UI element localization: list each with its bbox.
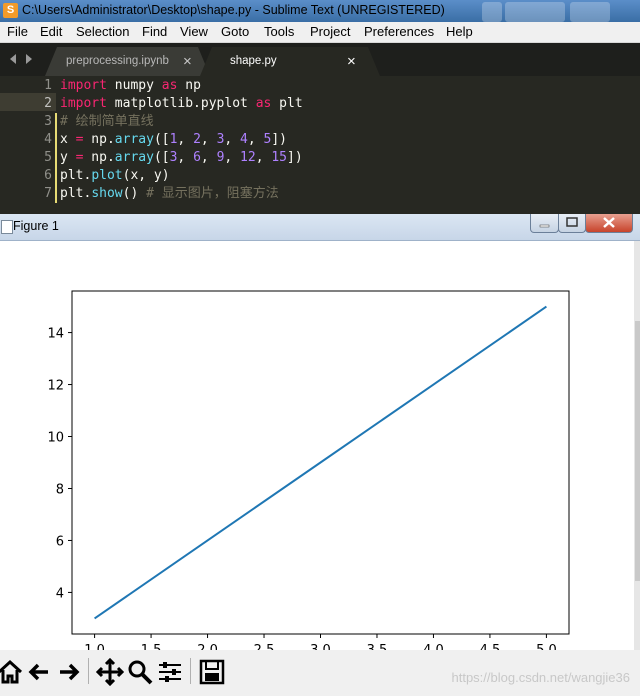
x-tick-label: 4.0 — [423, 643, 444, 650]
code-line-4: x = np.array([1, 2, 3, 4, 5]) — [60, 132, 288, 147]
tab-shape-py[interactable]: shape.py × — [200, 47, 380, 76]
tab-nav-arrows-icon[interactable] — [8, 53, 36, 65]
modified-line-marker — [55, 167, 57, 185]
y-tick-label: 4 — [56, 586, 64, 601]
y-tick-label: 14 — [47, 327, 64, 342]
x-tick-label: 1.5 — [141, 643, 162, 650]
tab-close-icon[interactable]: × — [347, 53, 356, 70]
window-title: C:\Users\Administrator\Desktop\shape.py … — [22, 3, 445, 17]
pan-icon[interactable] — [95, 657, 125, 687]
x-tick-label: 5.0 — [536, 643, 557, 650]
menu-project[interactable]: Project — [310, 24, 350, 39]
tab-close-icon[interactable]: × — [183, 53, 192, 70]
figure-title: Figure 1 — [13, 219, 59, 233]
background-window-icon — [482, 2, 502, 22]
menu-bar: File Edit Selection Find View Goto Tools… — [0, 22, 640, 43]
figure-window: Figure 1 1.0 1.5 2.0 2.5 3.0 3.5 4.0 4.5 5.0 4 6 8… — [0, 214, 640, 696]
modified-line-marker — [55, 185, 57, 203]
x-tick-label: 3.0 — [310, 643, 331, 650]
tab-preprocessing[interactable]: preprocessing.ipynb × — [45, 47, 210, 76]
x-tick-label: 4.5 — [480, 643, 501, 650]
x-tick-label: 2.5 — [254, 643, 275, 650]
save-icon[interactable] — [198, 658, 226, 686]
y-tick-label: 12 — [47, 379, 64, 394]
code-line-6: plt.plot(x, y) — [60, 168, 170, 183]
menu-tools[interactable]: Tools — [264, 24, 294, 39]
menu-edit[interactable]: Edit — [40, 24, 62, 39]
line-number: 6 — [44, 168, 52, 183]
tab-label: shape.py — [230, 55, 277, 67]
menu-find[interactable]: Find — [142, 24, 167, 39]
modified-line-marker — [55, 149, 57, 167]
tab-label: preprocessing.ipynb — [66, 55, 169, 67]
background-window-tab — [505, 2, 565, 22]
line-number: 3 — [44, 114, 52, 129]
y-tick-label: 10 — [47, 431, 64, 446]
vertical-scrollbar[interactable] — [634, 241, 640, 650]
menu-help[interactable]: Help — [446, 24, 473, 39]
menu-view[interactable]: View — [180, 24, 208, 39]
modified-line-marker — [55, 113, 57, 131]
home-icon[interactable] — [0, 658, 24, 686]
y-tick-label: 6 — [56, 534, 64, 549]
menu-selection[interactable]: Selection — [76, 24, 129, 39]
x-tick-label: 2.0 — [197, 643, 218, 650]
x-axis-ticks: 1.0 1.5 2.0 2.5 3.0 3.5 4.0 4.5 5.0 — [84, 634, 557, 658]
code-line-1: import numpy as np — [60, 78, 201, 93]
toolbar-separator — [190, 658, 191, 684]
x-tick-label: 1.0 — [84, 643, 105, 650]
line-number: 5 — [44, 150, 52, 165]
menu-file[interactable]: File — [7, 24, 28, 39]
figure-window-icon — [1, 220, 13, 234]
background-window-tab — [570, 2, 610, 22]
tab-bar: preprocessing.ipynb × shape.py × — [0, 43, 640, 76]
code-line-5: y = np.array([3, 6, 9, 12, 15]) — [60, 150, 303, 165]
y-tick-label: 8 — [56, 482, 64, 497]
figure-toolbar: https://blog.csdn.net/wangjie36 — [0, 650, 640, 696]
maximize-button[interactable] — [558, 214, 586, 233]
line-number: 4 — [44, 132, 52, 147]
forward-arrow-icon[interactable] — [55, 658, 83, 686]
figure-canvas[interactable]: 1.0 1.5 2.0 2.5 3.0 3.5 4.0 4.5 5.0 4 6 8 10 12 14 — [0, 241, 634, 658]
line-number: 1 — [44, 78, 52, 93]
zoom-icon[interactable] — [126, 658, 154, 686]
menu-preferences[interactable]: Preferences — [364, 24, 434, 39]
sublime-logo-icon: S — [3, 3, 18, 18]
close-button[interactable] — [585, 214, 633, 233]
app-title-bar: S C:\Users\Administrator\Desktop\shape.p… — [0, 0, 640, 22]
code-line-7: plt.show() # 显示图片，阻塞方法 — [60, 186, 279, 201]
back-arrow-icon[interactable] — [26, 658, 54, 686]
y-axis-ticks: 4 6 8 10 12 14 — [47, 327, 72, 601]
line-number: 7 — [44, 186, 52, 201]
line-chart: 1.0 1.5 2.0 2.5 3.0 3.5 4.0 4.5 5.0 4 6 8 10 12 14 — [47, 290, 570, 658]
subplots-config-icon[interactable] — [156, 658, 184, 686]
minimize-button[interactable] — [530, 214, 559, 233]
code-line-3: # 绘制简单直线 — [60, 114, 154, 129]
figure-title-bar: Figure 1 — [0, 214, 640, 241]
x-tick-label: 3.5 — [367, 643, 388, 650]
code-line-2: import matplotlib.pyplot as plt — [60, 96, 303, 111]
modified-line-marker — [55, 131, 57, 149]
toolbar-separator — [88, 658, 89, 684]
code-editor[interactable]: 1 2 3 4 5 6 7 import numpy as np import … — [0, 76, 640, 214]
line-number: 2 — [44, 96, 52, 111]
watermark: https://blog.csdn.net/wangjie36 — [451, 670, 630, 685]
menu-goto[interactable]: Goto — [221, 24, 249, 39]
